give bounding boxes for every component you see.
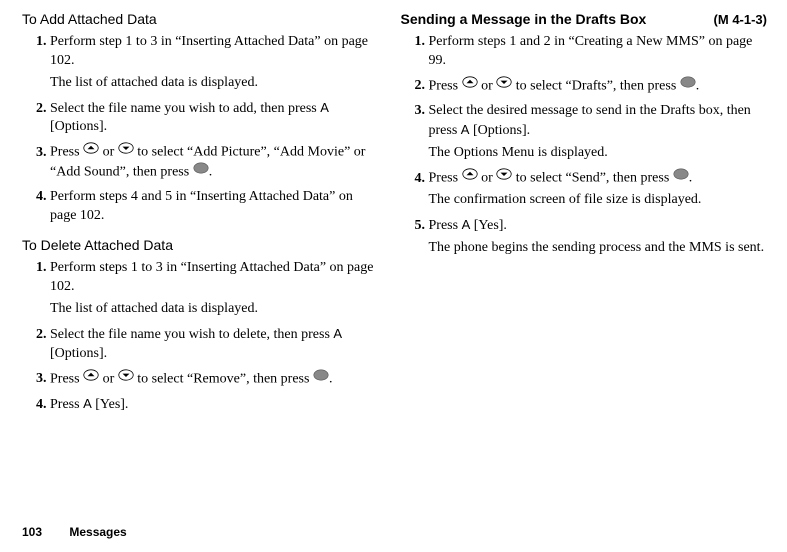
heading-row: Sending a Message in the Drafts Box (M 4… — [401, 10, 768, 33]
list-item: Perform steps 4 and 5 in “Inserting Atta… — [50, 188, 381, 226]
center-key-icon — [313, 369, 329, 388]
up-key-icon — [462, 168, 478, 187]
up-key-icon — [83, 142, 99, 161]
step-text: or — [478, 78, 497, 93]
step-text: or — [478, 171, 497, 186]
step-text: [Options]. — [50, 346, 107, 361]
step-text: Press — [50, 145, 83, 160]
menu-code: (M 4-1-3) — [714, 11, 767, 29]
step-sub: The Options Menu is displayed. — [429, 144, 768, 163]
heading-delete-attached: To Delete Attached Data — [22, 236, 381, 255]
list-item: Perform step 1 to 3 in “Inserting Attach… — [50, 33, 381, 93]
step-text: Perform steps 4 and 5 in “Inserting Atta… — [50, 189, 353, 223]
step-text: [Yes]. — [470, 218, 507, 233]
up-key-icon — [462, 76, 478, 95]
list-item: Press or to select “Drafts”, then press … — [429, 77, 768, 97]
list-item: Press A [Yes]. — [50, 395, 381, 415]
heading-add-attached: To Add Attached Data — [22, 10, 381, 29]
page-footer: 103 Messages — [22, 524, 127, 540]
step-text: to select “Drafts”, then press — [512, 78, 680, 93]
step-text: . — [329, 371, 333, 386]
step-text: Select the file name you wish to delete,… — [50, 327, 333, 342]
softkey-a: A — [83, 396, 92, 411]
footer-section: Messages — [69, 525, 126, 539]
list-item: Press or to select “Send”, then press . … — [429, 169, 768, 210]
list-item: Press or to select “Add Picture”, “Add M… — [50, 143, 381, 182]
softkey-a: A — [462, 217, 471, 232]
down-key-icon — [496, 168, 512, 187]
steps-add-attached: Perform step 1 to 3 in “Inserting Attach… — [22, 33, 381, 226]
step-sub: The list of attached data is displayed. — [50, 300, 381, 319]
softkey-a: A — [333, 326, 342, 341]
step-text: or — [99, 371, 118, 386]
step-sub: The phone begins the sending process and… — [429, 239, 768, 258]
step-text: Press — [50, 397, 83, 412]
left-column: To Add Attached Data Perform step 1 to 3… — [22, 10, 395, 510]
page-body: To Add Attached Data Perform step 1 to 3… — [0, 0, 787, 510]
heading-sending-drafts: Sending a Message in the Drafts Box — [401, 10, 647, 29]
step-text: Press — [429, 171, 462, 186]
list-item: Select the desired message to send in th… — [429, 102, 768, 163]
step-text: . — [689, 171, 693, 186]
step-text: [Options]. — [50, 119, 107, 134]
steps-sending-drafts: Perform steps 1 and 2 in “Creating a New… — [401, 33, 768, 258]
step-text: Press — [429, 218, 462, 233]
center-key-icon — [193, 162, 209, 181]
list-item: Perform steps 1 and 2 in “Creating a New… — [429, 33, 768, 71]
center-key-icon — [680, 76, 696, 95]
step-text: to select “Send”, then press — [512, 171, 673, 186]
down-key-icon — [118, 369, 134, 388]
step-text: . — [696, 78, 700, 93]
step-text: or — [99, 145, 118, 160]
list-item: Select the file name you wish to delete,… — [50, 325, 381, 364]
step-text: Perform steps 1 to 3 in “Inserting Attac… — [50, 260, 373, 294]
step-text: to select “Remove”, then press — [134, 371, 313, 386]
list-item: Perform steps 1 to 3 in “Inserting Attac… — [50, 259, 381, 319]
step-text: [Yes]. — [92, 397, 129, 412]
step-text: Select the file name you wish to add, th… — [50, 101, 320, 116]
step-sub: The list of attached data is displayed. — [50, 74, 381, 93]
list-item: Press A [Yes]. The phone begins the send… — [429, 216, 768, 258]
list-item: Press or to select “Remove”, then press … — [50, 370, 381, 390]
up-key-icon — [83, 369, 99, 388]
right-column: Sending a Message in the Drafts Box (M 4… — [395, 10, 768, 510]
softkey-a: A — [320, 100, 329, 115]
down-key-icon — [496, 76, 512, 95]
list-item: Select the file name you wish to add, th… — [50, 99, 381, 138]
down-key-icon — [118, 142, 134, 161]
center-key-icon — [673, 168, 689, 187]
step-text: Press — [429, 78, 462, 93]
page-number: 103 — [22, 524, 66, 540]
step-text: [Options]. — [469, 123, 530, 138]
step-text: Perform steps 1 and 2 in “Creating a New… — [429, 34, 753, 68]
step-text: Perform step 1 to 3 in “Inserting Attach… — [50, 34, 368, 68]
step-text: . — [209, 165, 213, 180]
step-text: Press — [50, 371, 83, 386]
step-sub: The confirmation screen of file size is … — [429, 191, 768, 210]
steps-delete-attached: Perform steps 1 to 3 in “Inserting Attac… — [22, 259, 381, 415]
